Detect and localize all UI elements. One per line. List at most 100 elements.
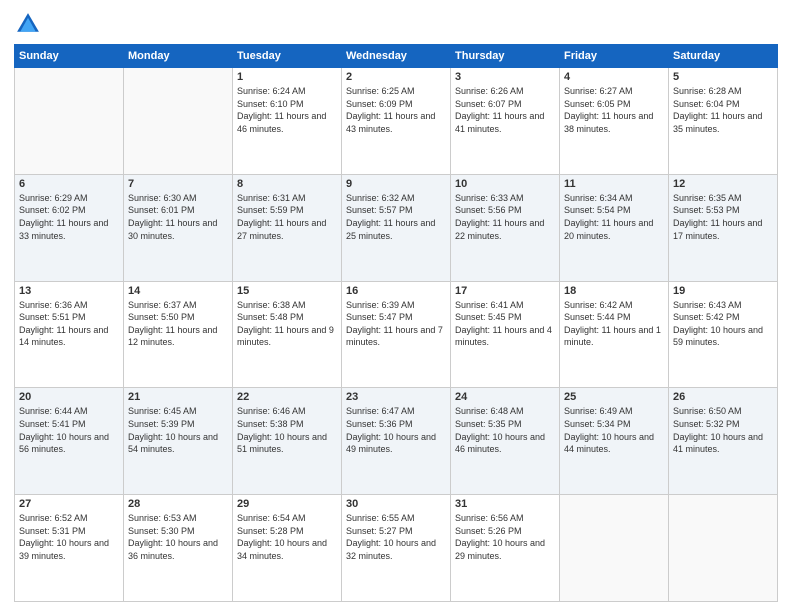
day-number: 31 <box>455 498 555 510</box>
day-number: 15 <box>237 285 337 297</box>
day-info: Sunrise: 6:32 AM Sunset: 5:57 PM Dayligh… <box>346 192 446 242</box>
day-number: 14 <box>128 285 228 297</box>
calendar-day-cell: 21Sunrise: 6:45 AM Sunset: 5:39 PM Dayli… <box>124 388 233 495</box>
header-sunday: Sunday <box>15 45 124 68</box>
calendar-week-row: 6Sunrise: 6:29 AM Sunset: 6:02 PM Daylig… <box>15 174 778 281</box>
calendar-day-cell: 22 Sunrise: 6:46 AM Sunset: 5:38 PM Dayli… <box>233 388 342 495</box>
day-number: 2 <box>346 71 446 83</box>
day-info: Sunrise: 6:27 AM Sunset: 6:05 PM Dayligh… <box>564 85 664 135</box>
header-friday: Friday <box>560 45 669 68</box>
day-number: 9 <box>346 178 446 190</box>
calendar-day-cell <box>560 495 669 602</box>
calendar-day-cell: 28 Sunrise: 6:53 AM Sunset: 5:30 PM Dayli… <box>124 495 233 602</box>
calendar-day-cell: 6Sunrise: 6:29 AM Sunset: 6:02 PM Daylig… <box>15 174 124 281</box>
day-number: 8 <box>237 178 337 190</box>
day-number: 13 <box>19 285 119 297</box>
calendar-day-cell: 19 Sunrise: 6:43 AM Sunset: 5:42 PM Dayli… <box>669 281 778 388</box>
day-number: 10 <box>455 178 555 190</box>
calendar-day-cell: 1 Sunrise: 6:24 AM Sunset: 6:10 PM Daylig… <box>233 68 342 175</box>
day-number: 23 <box>346 391 446 403</box>
day-number: 1 <box>237 71 337 83</box>
day-info: Sunrise: 6:54 AM Sunset: 5:28 PM Dayligh… <box>237 512 337 562</box>
calendar-day-cell: 26Sunrise: 6:50 AM Sunset: 5:32 PM Dayli… <box>669 388 778 495</box>
calendar-day-cell: 27 Sunrise: 6:52 AM Sunset: 5:31 PM Dayli… <box>15 495 124 602</box>
calendar-day-cell: 9 Sunrise: 6:32 AM Sunset: 5:57 PM Daylig… <box>342 174 451 281</box>
day-number: 27 <box>19 498 119 510</box>
page: Sunday Monday Tuesday Wednesday Thursday… <box>0 0 792 612</box>
day-info: Sunrise: 6:42 AM Sunset: 5:44 PM Dayligh… <box>564 299 664 349</box>
calendar-day-cell: 23 Sunrise: 6:47 AM Sunset: 5:36 PM Dayli… <box>342 388 451 495</box>
day-info: Sunrise: 6:43 AM Sunset: 5:42 PM Dayligh… <box>673 299 773 349</box>
day-info: Sunrise: 6:35 AM Sunset: 5:53 PM Dayligh… <box>673 192 773 242</box>
day-info: Sunrise: 6:44 AM Sunset: 5:41 PM Dayligh… <box>19 405 119 455</box>
day-info: Sunrise: 6:36 AM Sunset: 5:51 PM Dayligh… <box>19 299 119 349</box>
calendar-day-cell: 18 Sunrise: 6:42 AM Sunset: 5:44 PM Dayli… <box>560 281 669 388</box>
logo-icon <box>14 10 42 38</box>
day-number: 20 <box>19 391 119 403</box>
calendar-day-cell: 30Sunrise: 6:55 AM Sunset: 5:27 PM Dayli… <box>342 495 451 602</box>
header-monday: Monday <box>124 45 233 68</box>
day-info: Sunrise: 6:26 AM Sunset: 6:07 PM Dayligh… <box>455 85 555 135</box>
day-number: 22 <box>237 391 337 403</box>
day-number: 28 <box>128 498 228 510</box>
calendar-day-cell: 3 Sunrise: 6:26 AM Sunset: 6:07 PM Daylig… <box>451 68 560 175</box>
weekday-header-row: Sunday Monday Tuesday Wednesday Thursday… <box>15 45 778 68</box>
calendar-day-cell <box>124 68 233 175</box>
day-number: 3 <box>455 71 555 83</box>
day-info: Sunrise: 6:46 AM Sunset: 5:38 PM Dayligh… <box>237 405 337 455</box>
calendar-day-cell: 8 Sunrise: 6:31 AM Sunset: 5:59 PM Daylig… <box>233 174 342 281</box>
day-number: 11 <box>564 178 664 190</box>
day-info: Sunrise: 6:33 AM Sunset: 5:56 PM Dayligh… <box>455 192 555 242</box>
calendar-day-cell: 4Sunrise: 6:27 AM Sunset: 6:05 PM Daylig… <box>560 68 669 175</box>
day-number: 24 <box>455 391 555 403</box>
day-info: Sunrise: 6:37 AM Sunset: 5:50 PM Dayligh… <box>128 299 228 349</box>
day-info: Sunrise: 6:49 AM Sunset: 5:34 PM Dayligh… <box>564 405 664 455</box>
day-info: Sunrise: 6:39 AM Sunset: 5:47 PM Dayligh… <box>346 299 446 349</box>
day-number: 18 <box>564 285 664 297</box>
day-number: 16 <box>346 285 446 297</box>
day-info: Sunrise: 6:31 AM Sunset: 5:59 PM Dayligh… <box>237 192 337 242</box>
logo <box>14 10 46 38</box>
calendar-day-cell: 10 Sunrise: 6:33 AM Sunset: 5:56 PM Dayli… <box>451 174 560 281</box>
header-tuesday: Tuesday <box>233 45 342 68</box>
calendar-day-cell: 31 Sunrise: 6:56 AM Sunset: 5:26 PM Dayli… <box>451 495 560 602</box>
day-info: Sunrise: 6:38 AM Sunset: 5:48 PM Dayligh… <box>237 299 337 349</box>
calendar-day-cell: 12 Sunrise: 6:35 AM Sunset: 5:53 PM Dayli… <box>669 174 778 281</box>
calendar-day-cell: 13 Sunrise: 6:36 AM Sunset: 5:51 PM Dayli… <box>15 281 124 388</box>
calendar-day-cell: 16 Sunrise: 6:39 AM Sunset: 5:47 PM Dayli… <box>342 281 451 388</box>
calendar-day-cell: 5 Sunrise: 6:28 AM Sunset: 6:04 PM Daylig… <box>669 68 778 175</box>
day-number: 25 <box>564 391 664 403</box>
day-number: 7 <box>128 178 228 190</box>
day-info: Sunrise: 6:45 AM Sunset: 5:39 PM Dayligh… <box>128 405 228 455</box>
day-number: 19 <box>673 285 773 297</box>
day-info: Sunrise: 6:29 AM Sunset: 6:02 PM Dayligh… <box>19 192 119 242</box>
calendar-week-row: 20 Sunrise: 6:44 AM Sunset: 5:41 PM Dayli… <box>15 388 778 495</box>
day-info: Sunrise: 6:52 AM Sunset: 5:31 PM Dayligh… <box>19 512 119 562</box>
calendar-day-cell: 17Sunrise: 6:41 AM Sunset: 5:45 PM Dayli… <box>451 281 560 388</box>
calendar-day-cell <box>669 495 778 602</box>
header-thursday: Thursday <box>451 45 560 68</box>
day-info: Sunrise: 6:56 AM Sunset: 5:26 PM Dayligh… <box>455 512 555 562</box>
day-number: 12 <box>673 178 773 190</box>
day-info: Sunrise: 6:30 AM Sunset: 6:01 PM Dayligh… <box>128 192 228 242</box>
day-info: Sunrise: 6:34 AM Sunset: 5:54 PM Dayligh… <box>564 192 664 242</box>
calendar-day-cell <box>15 68 124 175</box>
calendar-week-row: 13 Sunrise: 6:36 AM Sunset: 5:51 PM Dayli… <box>15 281 778 388</box>
day-number: 29 <box>237 498 337 510</box>
header-wednesday: Wednesday <box>342 45 451 68</box>
calendar-day-cell: 14 Sunrise: 6:37 AM Sunset: 5:50 PM Dayli… <box>124 281 233 388</box>
day-info: Sunrise: 6:24 AM Sunset: 6:10 PM Dayligh… <box>237 85 337 135</box>
day-info: Sunrise: 6:53 AM Sunset: 5:30 PM Dayligh… <box>128 512 228 562</box>
day-info: Sunrise: 6:28 AM Sunset: 6:04 PM Dayligh… <box>673 85 773 135</box>
day-info: Sunrise: 6:48 AM Sunset: 5:35 PM Dayligh… <box>455 405 555 455</box>
day-info: Sunrise: 6:55 AM Sunset: 5:27 PM Dayligh… <box>346 512 446 562</box>
header <box>14 10 778 38</box>
calendar-day-cell: 25 Sunrise: 6:49 AM Sunset: 5:34 PM Dayli… <box>560 388 669 495</box>
day-number: 5 <box>673 71 773 83</box>
calendar-day-cell: 7 Sunrise: 6:30 AM Sunset: 6:01 PM Daylig… <box>124 174 233 281</box>
calendar-day-cell: 29 Sunrise: 6:54 AM Sunset: 5:28 PM Dayli… <box>233 495 342 602</box>
calendar-day-cell: 2Sunrise: 6:25 AM Sunset: 6:09 PM Daylig… <box>342 68 451 175</box>
day-info: Sunrise: 6:47 AM Sunset: 5:36 PM Dayligh… <box>346 405 446 455</box>
day-number: 17 <box>455 285 555 297</box>
calendar-day-cell: 15 Sunrise: 6:38 AM Sunset: 5:48 PM Dayli… <box>233 281 342 388</box>
